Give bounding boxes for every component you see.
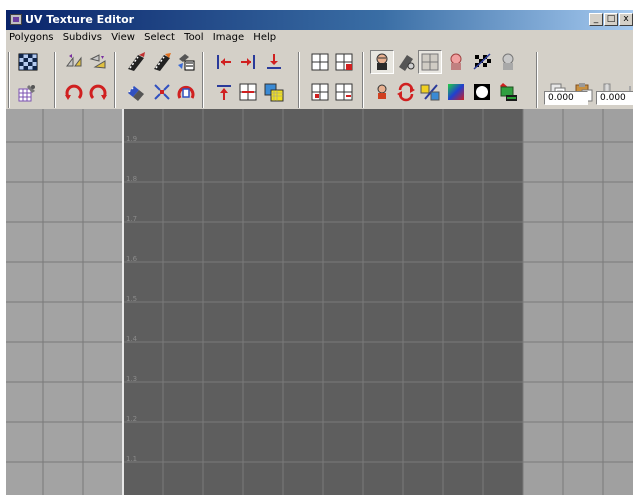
psd-network-icon[interactable]: [496, 80, 520, 104]
grid-align-icon[interactable]: [236, 80, 260, 104]
grid-snap-icon[interactable]: [332, 50, 356, 74]
rotate-uv-cw-icon[interactable]: [86, 80, 110, 104]
cut-uv-icon[interactable]: [124, 50, 148, 74]
menu-help[interactable]: Help: [250, 31, 279, 43]
move-sew-uv-icon[interactable]: [174, 50, 198, 74]
ratio-icon[interactable]: [418, 80, 442, 104]
align-top-icon[interactable]: [212, 80, 236, 104]
title-bar[interactable]: UV Texture Editor _ □ x: [6, 10, 633, 30]
menu-polygons[interactable]: Polygons: [6, 31, 57, 43]
layout-uv-icon[interactable]: [150, 80, 174, 104]
toolbar: 0.000 0.000: [6, 47, 633, 109]
shaded-uv-icon[interactable]: [370, 50, 394, 74]
white-circle-icon[interactable]: [470, 80, 494, 104]
move-uv-shell-icon[interactable]: [124, 80, 148, 104]
tick-label: 1.4: [126, 335, 138, 343]
uv-texture-editor-window: UV Texture Editor _ □ x Polygons Subdivs…: [6, 10, 633, 495]
menu-tool[interactable]: Tool: [181, 31, 206, 43]
tick-label: 1.1: [126, 455, 138, 463]
tick-label: 1.3: [126, 375, 138, 383]
menu-view[interactable]: View: [108, 31, 138, 43]
relax-uv-icon[interactable]: [174, 80, 198, 104]
normalize-uv-icon[interactable]: [262, 80, 286, 104]
v-coordinate-field[interactable]: 0.000: [596, 91, 633, 105]
align-right-icon[interactable]: [236, 50, 260, 74]
rotate-uv-ccw-icon[interactable]: [62, 80, 86, 104]
menu-image[interactable]: Image: [210, 31, 247, 43]
flip-uv-horizontal-icon[interactable]: [62, 50, 86, 74]
grid-uv-icon[interactable]: [308, 50, 332, 74]
tick-label: 1.7: [126, 215, 138, 223]
uv-shell-person-icon[interactable]: [496, 50, 520, 74]
maximize-button[interactable]: □: [604, 13, 618, 26]
pixel-snap-icon[interactable]: [308, 80, 332, 104]
close-button[interactable]: x: [619, 13, 633, 26]
align-bottom-icon[interactable]: [262, 50, 286, 74]
isolate-select-icon[interactable]: [444, 50, 468, 74]
uv-grid: [6, 109, 633, 495]
view-person-icon[interactable]: [370, 80, 394, 104]
uv-viewport[interactable]: 1.9 1.8 1.7 1.6 1.5 1.4 1.3 1.2 1.1: [6, 109, 633, 495]
tick-label: 1.6: [126, 255, 138, 263]
app-icon: [10, 14, 22, 25]
color-shade-icon[interactable]: [444, 80, 468, 104]
window-title: UV Texture Editor: [25, 13, 135, 26]
menu-select[interactable]: Select: [141, 31, 178, 43]
minimize-button[interactable]: _: [589, 13, 603, 26]
flip-uv-vertical-icon[interactable]: [86, 50, 110, 74]
uv-axis-line: [122, 109, 124, 495]
swap-uv-icon[interactable]: [394, 80, 418, 104]
menu-bar: Polygons Subdivs View Select Tool Image …: [6, 31, 633, 47]
tick-label: 1.9: [126, 135, 138, 143]
display-grid-icon[interactable]: [418, 50, 442, 74]
tick-label: 1.2: [126, 415, 138, 423]
sew-uv-icon[interactable]: [150, 50, 174, 74]
uv-snapshot-icon[interactable]: [16, 80, 40, 104]
align-left-icon[interactable]: [212, 50, 236, 74]
menu-subdivs[interactable]: Subdivs: [60, 31, 105, 43]
u-coordinate-field[interactable]: 0.000: [544, 91, 588, 105]
tick-label: 1.8: [126, 175, 138, 183]
checker-texture-icon[interactable]: [470, 50, 494, 74]
grid-minus-icon[interactable]: [332, 80, 356, 104]
texture-border-icon[interactable]: [394, 50, 418, 74]
tick-label: 1.5: [126, 295, 138, 303]
checker-map-icon[interactable]: [16, 50, 40, 74]
